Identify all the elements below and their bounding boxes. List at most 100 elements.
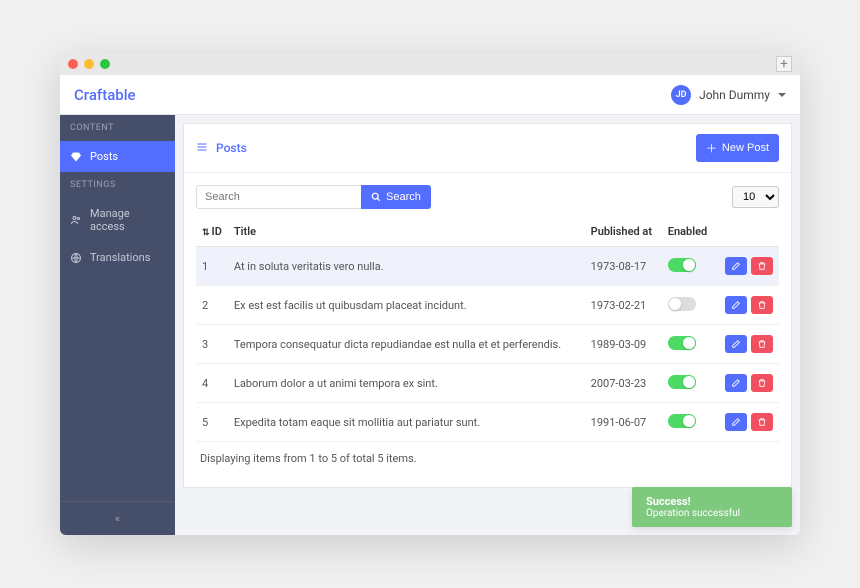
trash-icon: [757, 261, 767, 271]
edit-button[interactable]: [725, 296, 747, 314]
sidebar-section-settings: SETTINGS: [60, 172, 175, 198]
page-title: Posts: [196, 141, 247, 156]
sidebar-collapse-button[interactable]: «: [60, 501, 175, 535]
cell-title: Tempora consequatur dicta repudiandae es…: [228, 325, 585, 364]
table-toolbar: Search 10: [196, 185, 779, 209]
page-title-text: Posts: [216, 141, 247, 155]
col-id[interactable]: ⇅ID: [196, 217, 228, 247]
cell-title: Expedita totam eaque sit mollitia aut pa…: [228, 403, 585, 442]
posts-card: Posts ＋ New Post Search: [183, 123, 792, 488]
cell-enabled: [662, 325, 716, 364]
card-header: Posts ＋ New Post: [184, 124, 791, 173]
edit-icon: [731, 378, 741, 388]
enabled-toggle[interactable]: [668, 258, 696, 272]
trash-icon: [757, 300, 767, 310]
cell-published: 1973-02-21: [585, 286, 662, 325]
avatar: JD: [671, 85, 691, 105]
user-name: John Dummy: [699, 88, 770, 102]
edit-button[interactable]: [725, 413, 747, 431]
user-menu[interactable]: JD John Dummy: [671, 85, 786, 105]
close-window-icon[interactable]: [68, 59, 78, 69]
cell-enabled: [662, 403, 716, 442]
edit-button[interactable]: [725, 335, 747, 353]
search-button[interactable]: Search: [361, 185, 431, 209]
toast-title: Success!: [646, 495, 691, 508]
col-enabled[interactable]: Enabled: [662, 217, 716, 247]
sidebar-item-label: Translations: [90, 251, 150, 264]
cell-id: 3: [196, 325, 228, 364]
edit-button[interactable]: [725, 257, 747, 275]
trash-icon: [757, 417, 767, 427]
titlebar: +: [60, 53, 800, 75]
new-post-label: New Post: [722, 142, 769, 154]
col-actions: [716, 217, 779, 247]
cell-title: Laborum dolor a ut animi tempora ex sint…: [228, 364, 585, 403]
delete-button[interactable]: [751, 296, 773, 314]
delete-button[interactable]: [751, 374, 773, 392]
cell-id: 2: [196, 286, 228, 325]
sidebar-item-label: Posts: [90, 150, 118, 163]
cell-published: 1989-03-09: [585, 325, 662, 364]
page-size-select[interactable]: 10: [732, 186, 779, 208]
cell-actions: [716, 286, 779, 325]
edit-icon: [731, 417, 741, 427]
sidebar-item-translations[interactable]: Translations: [60, 242, 175, 273]
table-row: 5Expedita totam eaque sit mollitia aut p…: [196, 403, 779, 442]
delete-button[interactable]: [751, 413, 773, 431]
cell-published: 1973-08-17: [585, 247, 662, 286]
sidebar-item-label: Manage access: [90, 207, 165, 233]
cell-title: Ex est est facilis ut quibusdam placeat …: [228, 286, 585, 325]
brand-logo[interactable]: Craftable: [74, 86, 136, 104]
search-button-label: Search: [386, 191, 421, 203]
cell-enabled: [662, 364, 716, 403]
cell-id: 4: [196, 364, 228, 403]
minimize-window-icon[interactable]: [84, 59, 94, 69]
table-row: 3Tempora consequatur dicta repudiandae e…: [196, 325, 779, 364]
card-body: Search 10 ⇅ID Title Published at: [184, 173, 791, 487]
search-input[interactable]: [196, 185, 361, 209]
col-title[interactable]: Title: [228, 217, 585, 247]
cell-actions: [716, 325, 779, 364]
sidebar-item-access[interactable]: Manage access: [60, 198, 175, 242]
topbar: Craftable JD John Dummy: [60, 75, 800, 115]
enabled-toggle[interactable]: [668, 375, 696, 389]
edit-icon: [731, 300, 741, 310]
sort-icon: ⇅: [202, 228, 210, 238]
sidebar-section-content: CONTENT: [60, 115, 175, 141]
success-toast[interactable]: Success! Operation successful: [632, 487, 792, 527]
new-tab-button[interactable]: +: [776, 56, 792, 72]
delete-button[interactable]: [751, 335, 773, 353]
globe-icon: [70, 252, 82, 264]
delete-button[interactable]: [751, 257, 773, 275]
toast-body: Operation successful: [646, 508, 740, 519]
enabled-toggle[interactable]: [668, 297, 696, 311]
sidebar: CONTENT Posts SETTINGS Manage access Tra…: [60, 115, 175, 535]
plus-icon: ＋: [706, 140, 717, 156]
search-group: Search: [196, 185, 431, 209]
cell-published: 1991-06-07: [585, 403, 662, 442]
cell-actions: [716, 403, 779, 442]
table-row: 4Laborum dolor a ut animi tempora ex sin…: [196, 364, 779, 403]
chevron-down-icon: [778, 93, 786, 97]
cell-enabled: [662, 247, 716, 286]
cell-actions: [716, 247, 779, 286]
enabled-toggle[interactable]: [668, 336, 696, 350]
pager-text: Displaying items from 1 to 5 of total 5 …: [196, 442, 779, 475]
window-controls: [68, 59, 110, 69]
sidebar-item-posts[interactable]: Posts: [60, 141, 175, 172]
users-icon: [70, 214, 82, 226]
cell-id: 1: [196, 247, 228, 286]
main-area: CONTENT Posts SETTINGS Manage access Tra…: [60, 115, 800, 535]
gem-icon: [70, 151, 82, 163]
app-window: + Craftable JD John Dummy CONTENT Posts …: [60, 53, 800, 535]
maximize-window-icon[interactable]: [100, 59, 110, 69]
col-published[interactable]: Published at: [585, 217, 662, 247]
edit-icon: [731, 339, 741, 349]
edit-button[interactable]: [725, 374, 747, 392]
list-icon: [196, 141, 208, 156]
cell-title: At in soluta veritatis vero nulla.: [228, 247, 585, 286]
new-post-button[interactable]: ＋ New Post: [696, 134, 779, 162]
cell-published: 2007-03-23: [585, 364, 662, 403]
edit-icon: [731, 261, 741, 271]
enabled-toggle[interactable]: [668, 414, 696, 428]
